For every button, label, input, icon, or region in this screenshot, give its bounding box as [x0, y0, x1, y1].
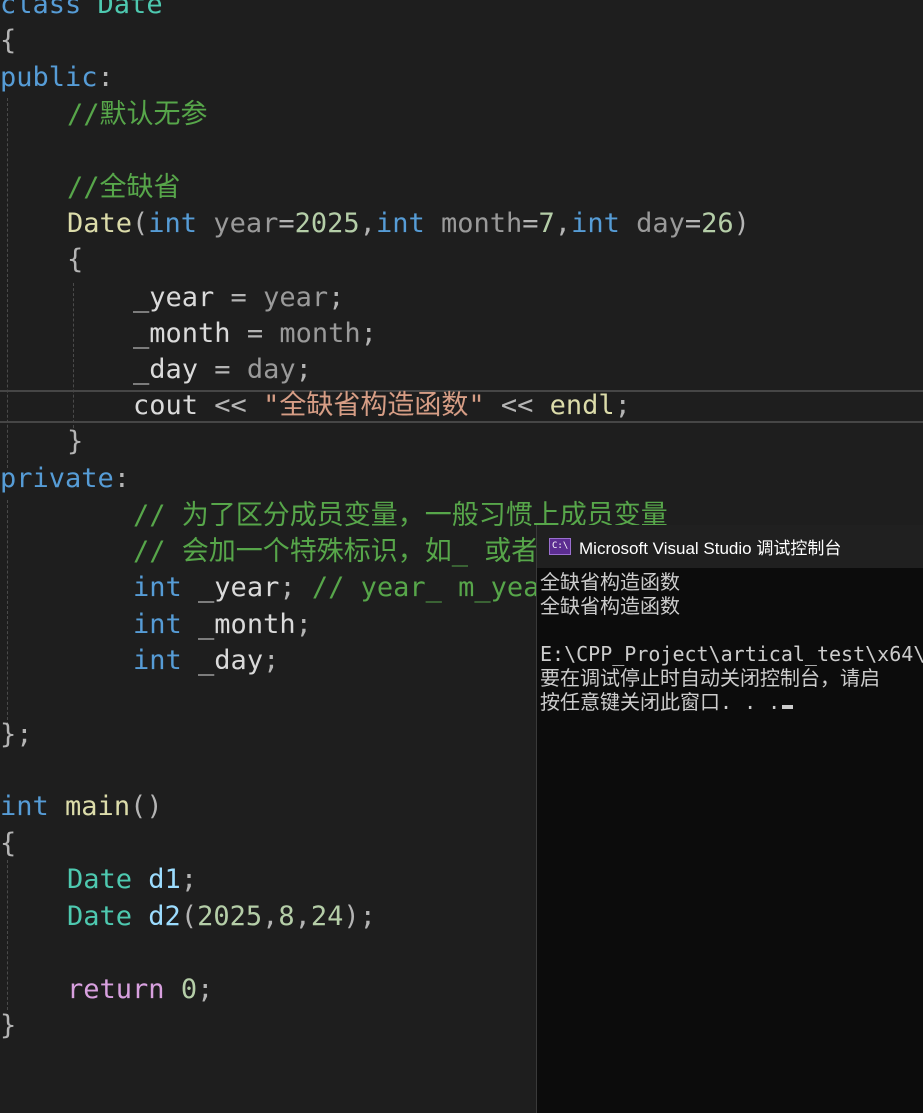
- code-line: int main(): [0, 791, 163, 822]
- code-line: Date d2(2025,8,24);: [67, 901, 376, 932]
- console-title: Microsoft Visual Studio 调试控制台: [579, 539, 842, 558]
- debug-console-window[interactable]: C:\ Microsoft Visual Studio 调试控制台 全缺省构造函…: [536, 525, 923, 1113]
- code-line: }: [67, 426, 84, 457]
- code-line: _month = month;: [133, 318, 377, 349]
- code-line: }: [0, 1010, 17, 1041]
- console-app-icon: C:\: [549, 538, 571, 555]
- code-line: {: [0, 25, 17, 56]
- code-line: _day = day;: [133, 354, 312, 385]
- code-line: class Date: [0, 0, 163, 20]
- code-line: {: [0, 828, 17, 859]
- code-line: int _day;: [133, 645, 280, 676]
- code-line: };: [0, 719, 33, 750]
- indent-guide: [7, 860, 8, 1010]
- code-line: {: [67, 244, 84, 275]
- indent-guide: [7, 500, 8, 725]
- console-output-line: 全缺省构造函数: [540, 570, 680, 594]
- code-comment: //默认无参: [67, 99, 208, 130]
- code-comment: //全缺省: [67, 172, 181, 203]
- code-line: public:: [0, 62, 114, 93]
- console-titlebar[interactable]: C:\ Microsoft Visual Studio 调试控制台: [537, 525, 923, 568]
- console-cursor: [782, 705, 794, 709]
- console-output-line: 按任意键关闭此窗口. . .: [540, 690, 794, 714]
- console-output-line: E:\CPP_Project\artical_test\x64\D: [540, 642, 923, 666]
- console-output-line: 全缺省构造函数: [540, 594, 680, 618]
- code-line: int _month;: [133, 609, 312, 640]
- console-output-line: 要在调试停止时自动关闭控制台，请启: [540, 666, 880, 690]
- code-line: private:: [0, 463, 131, 494]
- code-line: int _year; // year_ m_year: [133, 572, 556, 603]
- code-line: Date d1;: [67, 864, 198, 895]
- code-comment: // 会加一个特殊标识，如_ 或者: [133, 536, 539, 567]
- code-line: _year = year;: [133, 282, 345, 313]
- code-line: cout << "全缺省构造函数" << endl;: [133, 390, 631, 421]
- constructor-signature: Date(int year=2025,int month=7,int day=2…: [67, 208, 750, 239]
- code-line: return 0;: [67, 974, 214, 1005]
